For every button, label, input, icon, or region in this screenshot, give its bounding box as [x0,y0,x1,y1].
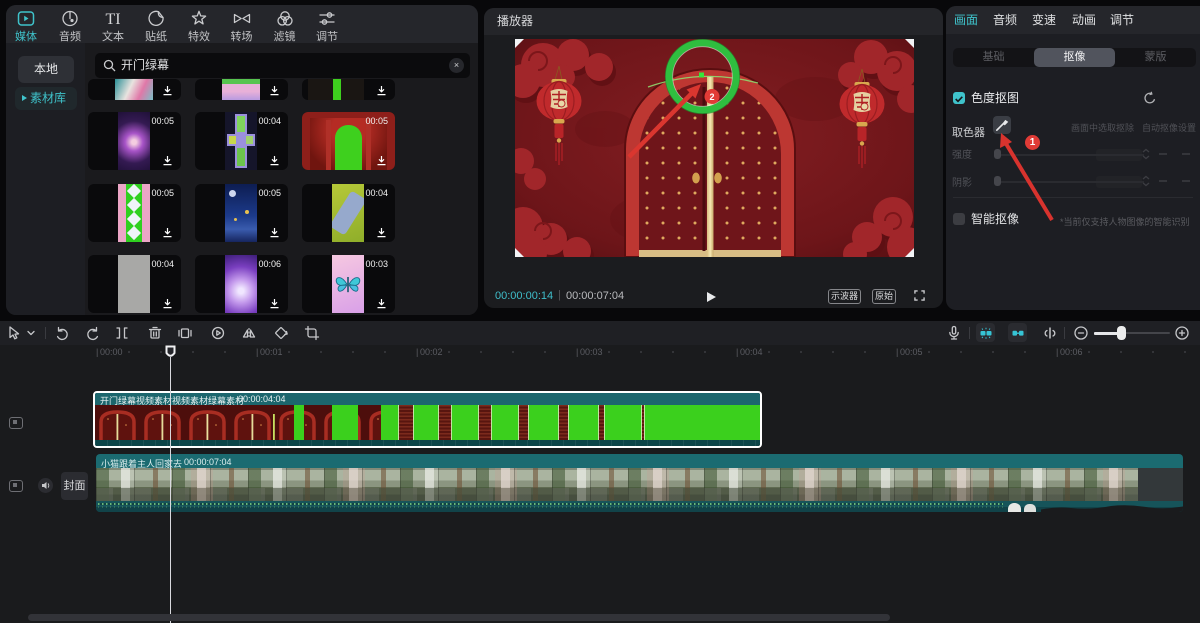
svg-text:TI: TI [105,11,120,27]
svg-text:2: 2 [709,92,714,102]
